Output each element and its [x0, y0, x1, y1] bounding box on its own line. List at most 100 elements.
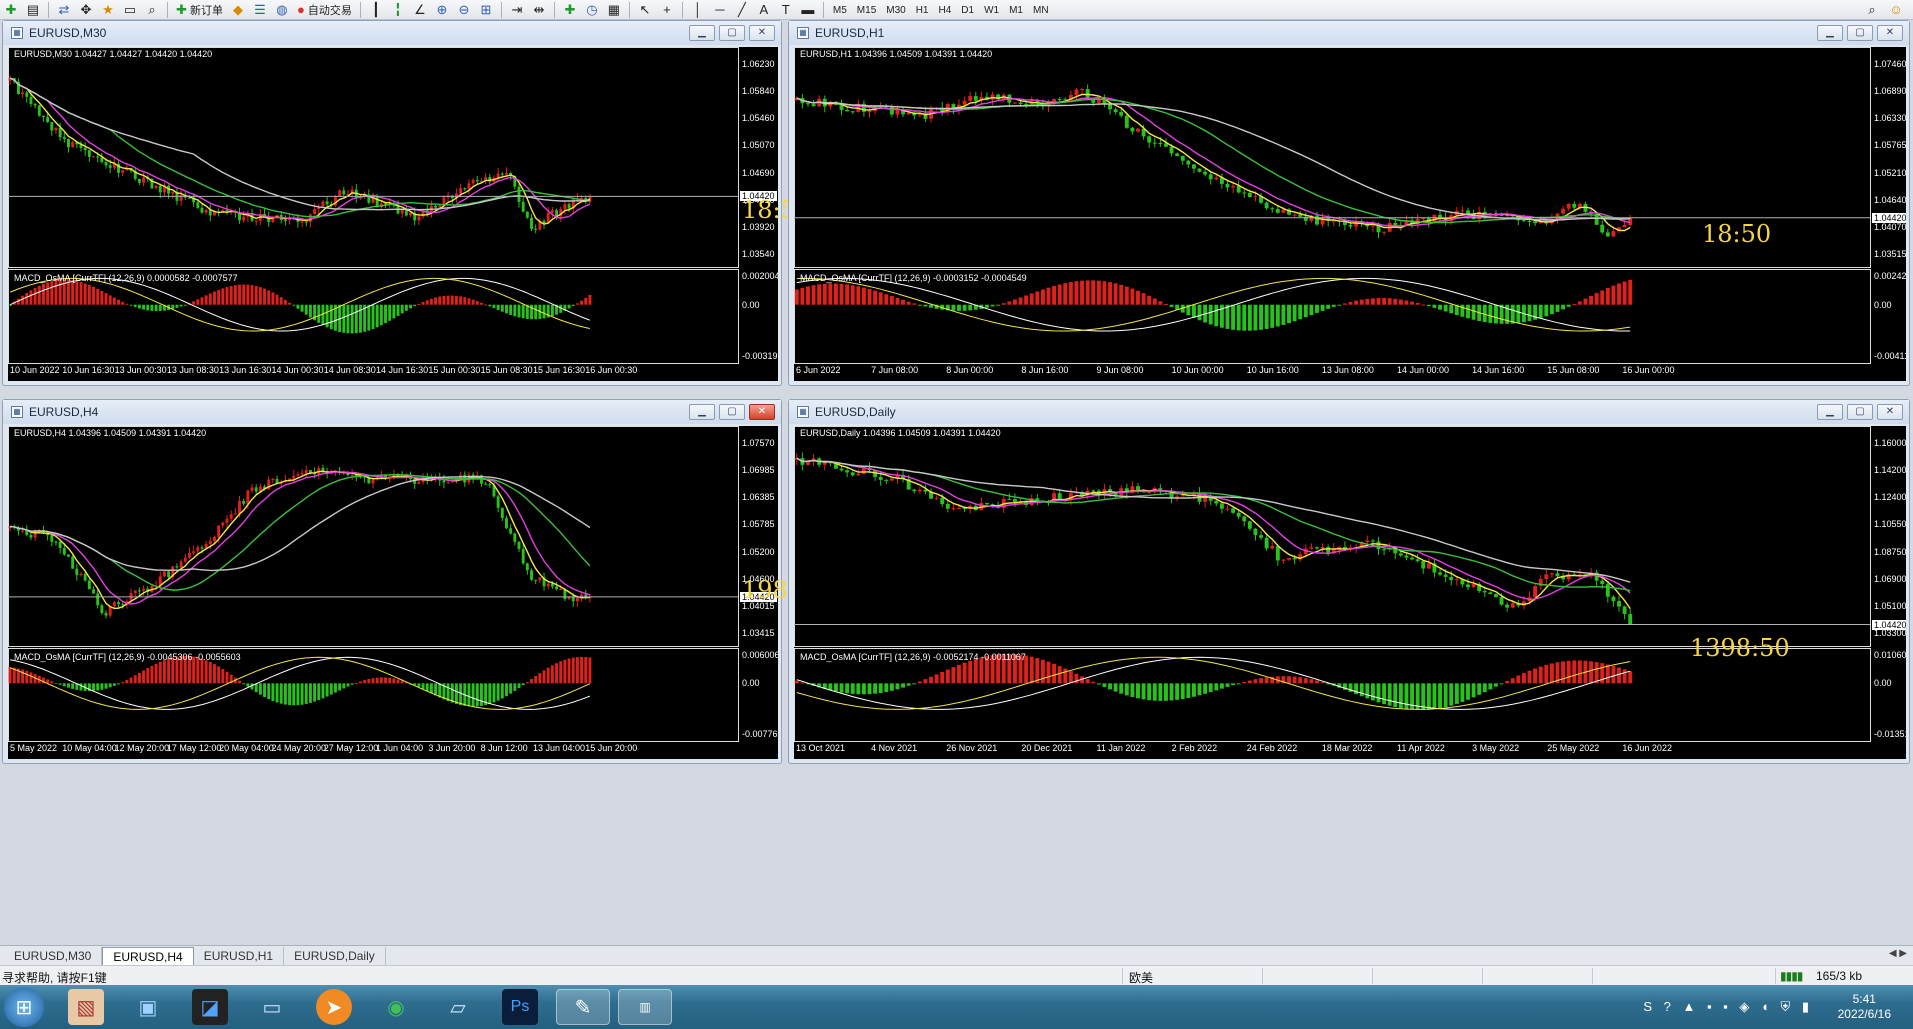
- signals-icon[interactable]: ☰: [251, 1, 269, 19]
- chart-tab[interactable]: EURUSD,H1: [194, 947, 285, 965]
- new-order-button[interactable]: ✚ 新订单: [174, 1, 225, 19]
- window-title-bar[interactable]: ▦ EURUSD,H1 ▁ ▢ ✕: [789, 21, 1909, 45]
- minimize-button[interactable]: ▁: [1817, 404, 1843, 420]
- text-label-icon[interactable]: T: [777, 1, 795, 19]
- window-title-bar[interactable]: ▦ EURUSD,Daily ▁ ▢ ✕: [789, 400, 1909, 424]
- window-title-bar[interactable]: ▦ EURUSD,M30 ▁ ▢ ✕: [3, 21, 781, 45]
- chart-svg: [8, 47, 739, 364]
- strategy-tester-icon[interactable]: ⌕: [143, 1, 161, 19]
- app-icon-network[interactable]: ▣: [130, 989, 166, 1025]
- periods-icon[interactable]: ◷: [583, 1, 601, 19]
- app-icon-wechat[interactable]: ◉: [378, 989, 414, 1025]
- maximize-button[interactable]: ▢: [1847, 404, 1873, 420]
- system-tray[interactable]: S ? ▲ ▪ ▪ ◈ ◖ ⛨ ▮: [1643, 999, 1813, 1015]
- macd-axis-label: 0.002426: [1874, 271, 1906, 281]
- app-icon-browser[interactable]: ➤: [316, 989, 352, 1025]
- symbol-ohlc-header: EURUSD,H1 1.04396 1.04509 1.04391 1.0442…: [800, 49, 993, 59]
- metaeditor-icon[interactable]: ◆: [229, 1, 247, 19]
- minimize-button[interactable]: ▁: [1817, 25, 1843, 41]
- close-button[interactable]: ✕: [749, 404, 775, 420]
- navigator-icon[interactable]: ✥: [77, 1, 95, 19]
- arrows-icon[interactable]: ▬: [799, 1, 817, 19]
- vertical-line-icon[interactable]: │: [689, 1, 707, 19]
- terminal-icon[interactable]: ▭: [121, 1, 139, 19]
- timeframe-button-w1[interactable]: W1: [979, 5, 1004, 16]
- text-icon[interactable]: A: [755, 1, 773, 19]
- app-icon-photoshop[interactable]: Ps: [502, 989, 538, 1025]
- time-axis-label: 8 Jun 00:00: [946, 365, 994, 375]
- app-icon-paint[interactable]: ▧: [68, 989, 104, 1025]
- chart-window-h1[interactable]: ▦ EURUSD,H1 ▁ ▢ ✕ EURUSD,H1 1.04396 1.04509 1…: [788, 20, 1910, 386]
- start-button[interactable]: ⊞: [4, 987, 44, 1027]
- auto-trading-button[interactable]: ● 自动交易: [295, 1, 354, 19]
- candlestick-icon[interactable]: ╏: [389, 1, 407, 19]
- timeframe-button-h4[interactable]: H4: [934, 5, 957, 16]
- market-icon[interactable]: ◍: [273, 1, 291, 19]
- favorites-icon[interactable]: ★: [99, 1, 117, 19]
- window-controls: ▁ ▢ ✕: [689, 404, 775, 420]
- horizontal-line-icon[interactable]: ─: [711, 1, 729, 19]
- zoom-out-icon[interactable]: ⊖: [455, 1, 473, 19]
- chart-canvas[interactable]: EURUSD,M30 1.04427 1.04427 1.04420 1.044…: [8, 47, 778, 381]
- timeframe-button-m1[interactable]: M1: [1004, 5, 1028, 16]
- price-axis-label: 1.08750: [1874, 546, 1906, 557]
- app-icon-desktop[interactable]: ▭: [254, 989, 290, 1025]
- app-icon-terminal[interactable]: ◪: [192, 989, 228, 1025]
- minimize-button[interactable]: ▁: [689, 25, 715, 41]
- market-watch-icon[interactable]: ⇄: [55, 1, 73, 19]
- timeframe-button-m15[interactable]: M15: [852, 5, 881, 16]
- timeframe-button-d1[interactable]: D1: [956, 5, 979, 16]
- time-axis-label: 24 May 20:00: [271, 743, 327, 753]
- chart-canvas[interactable]: EURUSD,H1 1.04396 1.04509 1.04391 1.0442…: [794, 47, 1906, 381]
- timeframe-button-m30[interactable]: M30: [881, 5, 910, 16]
- timeframe-button-m5[interactable]: M5: [828, 5, 852, 16]
- chart-canvas[interactable]: EURUSD,H4 1.04396 1.04509 1.04391 1.0442…: [8, 426, 778, 759]
- timeframe-button-mn[interactable]: MN: [1028, 5, 1054, 16]
- search-icon[interactable]: ⌕: [1863, 1, 1881, 19]
- time-axis-label: 27 May 12:00: [323, 743, 379, 753]
- cursor-icon[interactable]: ↖: [636, 1, 654, 19]
- chart-window-icon: ▦: [11, 27, 23, 39]
- trendline-icon[interactable]: ╱: [733, 1, 751, 19]
- chart-shift-icon[interactable]: ⇥: [508, 1, 526, 19]
- templates-icon[interactable]: ▦: [605, 1, 623, 19]
- chart-tab[interactable]: EURUSD,Daily: [284, 947, 386, 965]
- price-axis-label: 1.05785: [742, 519, 775, 530]
- tab-scroll-arrows[interactable]: ◀ ▶: [1889, 948, 1907, 959]
- window-title: EURUSD,M30: [29, 26, 107, 40]
- chart-canvas[interactable]: EURUSD,Daily 1.04396 1.04509 1.04391 1.0…: [794, 426, 1906, 759]
- new-chart-icon[interactable]: ✚: [2, 1, 20, 19]
- chart-window-m30[interactable]: ▦ EURUSD,M30 ▁ ▢ ✕ EURUSD,M30 1.04427 1.04427…: [2, 20, 782, 386]
- chart-window-icon: ▦: [797, 27, 809, 39]
- time-axis-label: 11 Jan 2022: [1096, 743, 1146, 753]
- zoom-in-icon[interactable]: ⊕: [433, 1, 451, 19]
- chart-tab[interactable]: EURUSD,M30: [4, 947, 103, 965]
- line-chart-icon[interactable]: ∠: [411, 1, 429, 19]
- time-axis-label: 16 Jun 2022: [1622, 743, 1672, 753]
- chart-window-h4[interactable]: ▦ EURUSD,H4 ▁ ▢ ✕ EURUSD,H4 1.04396 1.04509 1…: [2, 399, 782, 764]
- auto-scroll-icon[interactable]: ⇹: [530, 1, 548, 19]
- timeframe-button-h1[interactable]: H1: [911, 5, 934, 16]
- taskbar-clock[interactable]: 5:41 2022/6/16: [1838, 992, 1891, 1022]
- indicators-icon[interactable]: ✚: [561, 1, 579, 19]
- profiles-icon[interactable]: ▤: [24, 1, 42, 19]
- minimize-button[interactable]: ▁: [689, 404, 715, 420]
- window-title-bar[interactable]: ▦ EURUSD,H4 ▁ ▢ ✕: [3, 400, 781, 424]
- app-icon-notes[interactable]: ▱: [440, 989, 476, 1025]
- tile-windows-icon[interactable]: ⊞: [477, 1, 495, 19]
- chart-window-daily[interactable]: ▦ EURUSD,Daily ▁ ▢ ✕ EURUSD,Daily 1.04396 1.0…: [788, 399, 1910, 764]
- maximize-button[interactable]: ▢: [1847, 25, 1873, 41]
- app-icon-editor[interactable]: ✎: [556, 989, 610, 1025]
- crosshair-icon[interactable]: +: [658, 1, 676, 19]
- maximize-button[interactable]: ▢: [719, 404, 745, 420]
- close-button[interactable]: ✕: [1877, 25, 1903, 41]
- user-icon[interactable]: ☺: [1887, 1, 1905, 19]
- chart-tab[interactable]: EURUSD,H4: [102, 947, 194, 965]
- time-axis-label: 10 Jun 16:30: [62, 365, 115, 375]
- app-icon-mt4[interactable]: ▥: [618, 989, 672, 1025]
- time-axis-label: 10 Jun 16:00: [1246, 365, 1299, 375]
- bar-chart-icon[interactable]: ┃: [367, 1, 385, 19]
- close-button[interactable]: ✕: [1877, 404, 1903, 420]
- maximize-button[interactable]: ▢: [719, 25, 745, 41]
- close-button[interactable]: ✕: [749, 25, 775, 41]
